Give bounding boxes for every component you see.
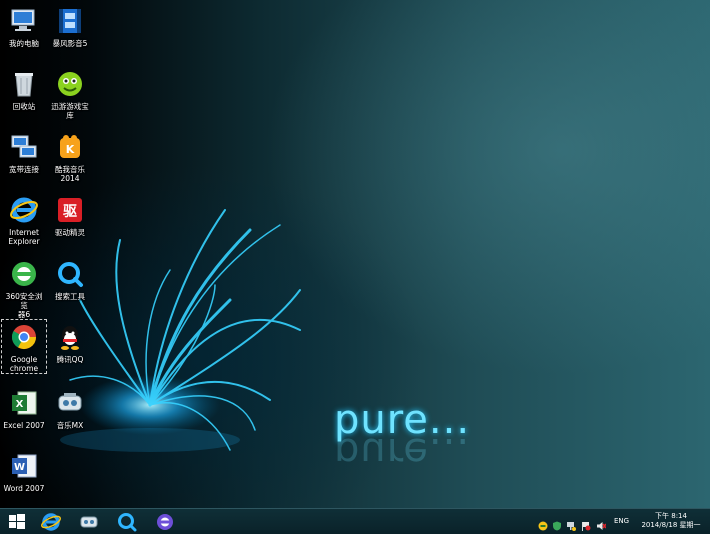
ie-icon [9,195,39,225]
tray-network-icon[interactable] [566,516,576,531]
tray-security-icon[interactable] [538,516,548,531]
start-button[interactable] [6,511,28,533]
excel-icon: X [9,388,39,418]
taskbar-search-tool-button[interactable] [116,511,138,533]
computer-icon [9,6,39,36]
network-icon [9,132,39,162]
chrome-icon [9,322,39,352]
desktop-icon-label: 迅游游戏宝库 [51,102,89,120]
desktop-icon-label: 我的电脑 [9,39,39,48]
desktop-icon-kuwo-music[interactable]: K 酷我音乐 2014 [48,130,92,183]
desktop-icon-google-chrome[interactable]: Google chrome [1,319,47,374]
input-language-indicator[interactable]: ENG [614,517,629,525]
desktop-icon-label: 回收站 [12,102,36,111]
tray-flag-icon[interactable] [581,516,591,531]
desktop-icon-label: 搜索工具 [55,292,85,301]
desktop-icon-internet-explorer[interactable]: Internet Explorer [2,193,46,246]
desktop-icon-excel[interactable]: X Excel 2007 [2,386,46,430]
search-tool-icon [118,513,137,532]
word-icon: W [9,451,39,481]
desktop-icon-label: 酷我音乐 2014 [55,165,85,183]
svg-text:驱: 驱 [63,204,77,220]
desktop-icon-label: Internet Explorer [8,228,40,246]
desktop-icon-label: Google chrome [9,355,39,373]
music-mx-icon [55,388,85,418]
clock-time: 下午 8:14 [655,512,687,520]
desktop-icon-label: Word 2007 [3,484,45,493]
desktop-icon-recycle-bin[interactable]: 回收站 [2,67,46,111]
desktop[interactable]: pure... pure... 我的电脑 回收站 宽带连接 Internet E… [0,0,710,508]
desktop-icon-360-browser[interactable]: 360安全浏览 器6 [2,257,46,319]
360-browser-icon [157,514,173,530]
desktop-icon-label: 驱动精灵 [55,228,85,237]
desktop-icon-storm-player[interactable]: 暴风影音5 [48,4,92,48]
clock-date: 2014/8/18 星期一 [641,521,701,529]
wallpaper-logo-reflection: pure... [334,429,471,475]
desktop-icon-search-tool[interactable]: 搜索工具 [48,257,92,301]
desktop-icon-label: 腾讯QQ [56,355,84,364]
desktop-icon-label: 音乐MX [56,421,84,430]
desktop-icon-label: 360安全浏览 器6 [5,292,43,319]
qq-icon [55,322,85,352]
desktop-icon-label: 宽带连接 [9,165,39,174]
taskbar-ie-button[interactable] [40,511,62,533]
desktop-icon-music-mx[interactable]: 音乐MX [48,386,92,430]
desktop-icon-computer[interactable]: 我的电脑 [2,4,46,48]
svg-text:K: K [66,143,75,156]
game-center-icon [55,69,85,99]
storm-player-icon [55,6,85,36]
recycle-bin-icon [9,69,39,99]
svg-text:X: X [16,399,24,410]
taskbar[interactable]: ENG 下午 8:14 2014/8/18 星期一 [0,508,710,534]
search-tool-icon [55,259,85,289]
start-icon [9,514,25,529]
desktop-icon-label: 暴风影音5 [52,39,88,48]
tray-shield-icon[interactable] [552,516,562,531]
driver-genius-icon: 驱 [55,195,85,225]
tray-volume-icon[interactable] [596,516,607,530]
ie-icon [41,513,61,531]
desktop-icon-driver-genius[interactable]: 驱 驱动精灵 [48,193,92,237]
desktop-icon-qq[interactable]: 腾讯QQ [48,320,92,364]
desktop-icon-word[interactable]: W Word 2007 [2,449,46,493]
music-mx-icon [80,516,98,528]
desktop-icon-label: Excel 2007 [3,421,45,430]
desktop-icon-game-center[interactable]: 迅游游戏宝库 [48,67,92,120]
taskbar-music-mx-button[interactable] [78,511,100,533]
taskbar-clock[interactable]: 下午 8:14 2014/8/18 星期一 [636,512,706,530]
360-browser-icon [9,259,39,289]
kuwo-music-icon: K [55,132,85,162]
svg-text:W: W [14,462,25,473]
desktop-icon-network[interactable]: 宽带连接 [2,130,46,174]
taskbar-360-browser-button[interactable] [154,511,176,533]
